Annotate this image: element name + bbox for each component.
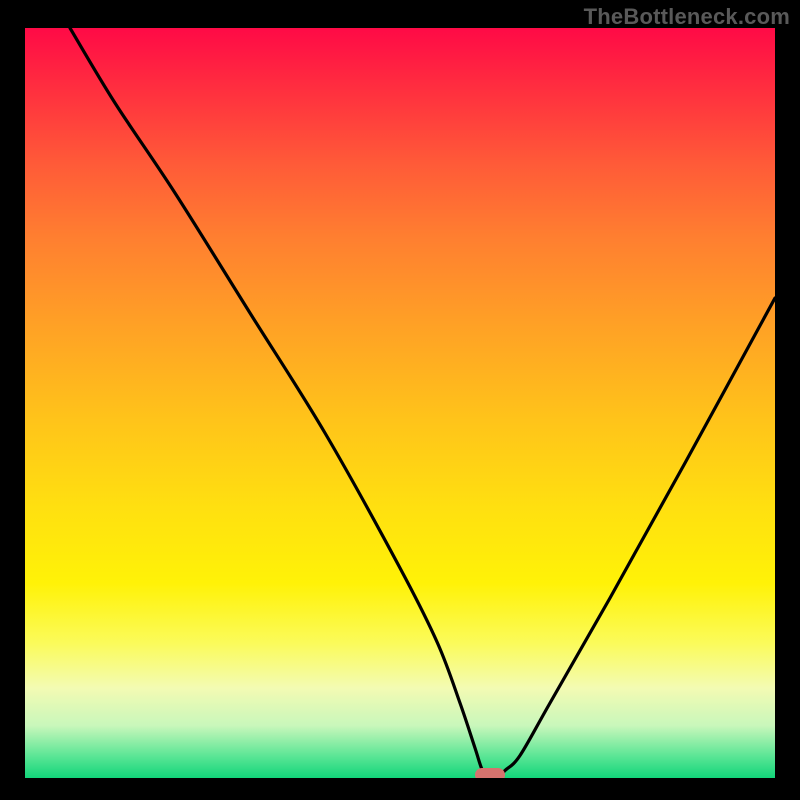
plot-area bbox=[25, 28, 775, 778]
chart-frame: TheBottleneck.com bbox=[0, 0, 800, 800]
watermark-text: TheBottleneck.com bbox=[584, 4, 790, 30]
bottleneck-curve bbox=[25, 28, 775, 778]
minimum-marker bbox=[475, 768, 505, 778]
